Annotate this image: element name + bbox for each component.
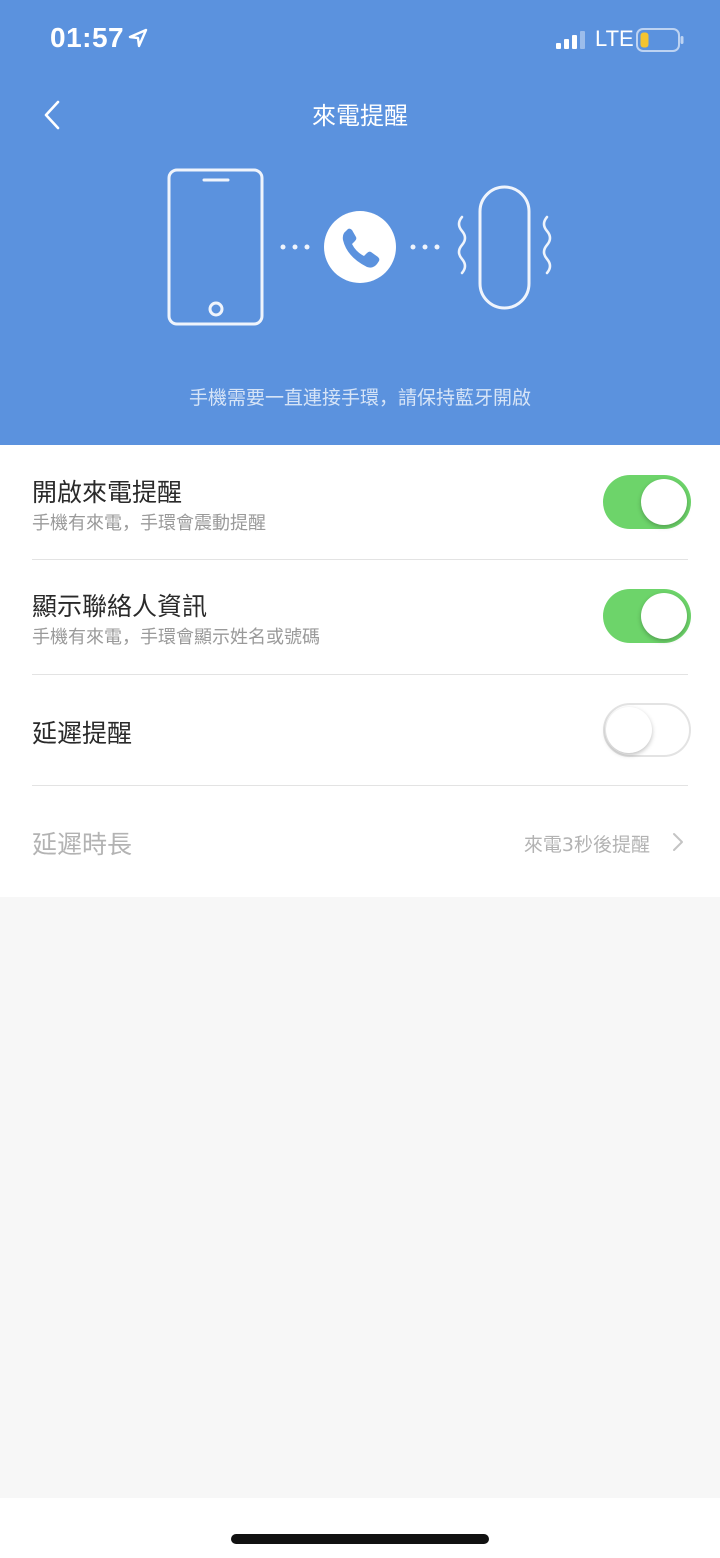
phone-icon: [167, 168, 264, 326]
incoming-call-subtitle: 手機有來電，手環會震動提醒: [32, 513, 266, 534]
contact-info-label: 顯示聯絡人資訊: [32, 592, 208, 621]
signal-icon: [556, 31, 585, 49]
network-type: LTE: [595, 26, 634, 51]
contact-info-subtitle: 手機有來電，手環會顯示姓名或號碼: [32, 627, 320, 648]
delay-reminder-toggle[interactable]: [603, 703, 691, 757]
incoming-call-label: 開啟來電提醒: [32, 478, 183, 507]
page-title: 來電提醒: [312, 102, 408, 130]
call-icon: [324, 211, 396, 283]
chevron-right-icon: [673, 833, 683, 851]
home-indicator[interactable]: [231, 1534, 489, 1544]
contact-info-row: 顯示聯絡人資訊 手機有來電，手環會顯示姓名或號碼: [0, 560, 720, 675]
settings-list: 開啟來電提醒 手機有來電，手環會震動提醒 顯示聯絡人資訊 手機有來電，手環會顯示…: [0, 445, 720, 897]
location-arrow-icon: [128, 28, 148, 48]
delay-duration-value: 來電3秒後提醒: [523, 834, 650, 856]
status-bar: 01:57 LTE: [0, 0, 720, 80]
dots-left-icon: [280, 244, 310, 250]
delay-duration-row[interactable]: 延遲時長 來電3秒後提醒: [0, 786, 720, 897]
toggle-knob: [606, 707, 652, 753]
toggle-knob: [641, 479, 687, 525]
vibration-right-icon: [542, 215, 552, 275]
incoming-call-toggle[interactable]: [603, 475, 691, 529]
bluetooth-hint: 手機需要一直連接手環，請保持藍牙開啟: [188, 387, 531, 409]
dots-right-icon: [410, 244, 440, 250]
contact-info-toggle[interactable]: [603, 589, 691, 643]
delay-reminder-label: 延遲提醒: [32, 719, 133, 748]
vibration-left-icon: [457, 215, 467, 275]
band-icon: [478, 185, 531, 310]
phone-band-illustration: [167, 168, 552, 326]
battery-icon: [636, 28, 684, 52]
bottom-safe-area: [0, 1498, 720, 1558]
incoming-call-row: 開啟來電提醒 手機有來電，手環會震動提醒: [0, 445, 720, 560]
delay-reminder-row: 延遲提醒: [0, 675, 720, 786]
delay-duration-label: 延遲時長: [32, 830, 133, 859]
status-time: 01:57: [50, 22, 125, 53]
header: 01:57 LTE 來電提醒 手機需要一直連接手環，請保持藍牙開啟: [0, 0, 720, 445]
toggle-knob: [641, 593, 687, 639]
